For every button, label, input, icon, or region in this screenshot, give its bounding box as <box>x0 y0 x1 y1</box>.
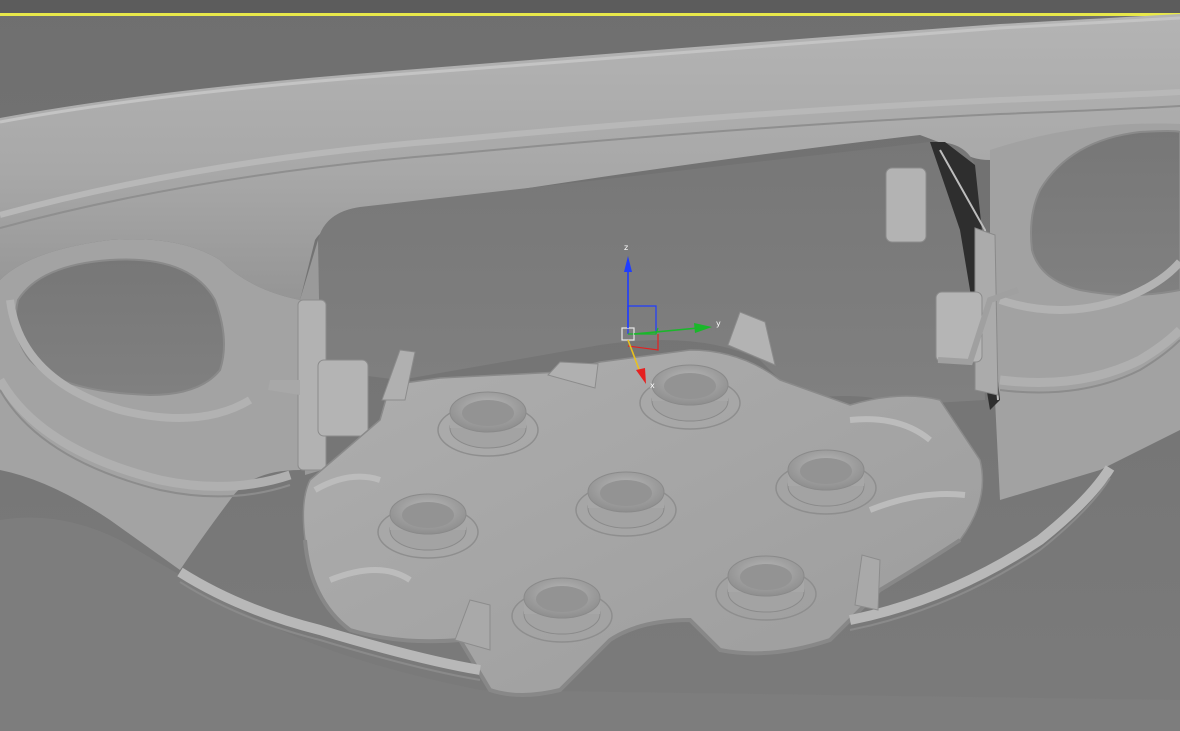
viewport-top-bar <box>0 0 1180 14</box>
active-viewport-border <box>0 13 1180 16</box>
gizmo-z-label: z <box>624 243 628 252</box>
3d-viewport[interactable]: z y x <box>0 0 1180 731</box>
gizmo-x-label: x <box>650 381 655 390</box>
gizmo-y-label: y <box>716 319 721 328</box>
viewport-scene: z y x <box>0 0 1180 731</box>
